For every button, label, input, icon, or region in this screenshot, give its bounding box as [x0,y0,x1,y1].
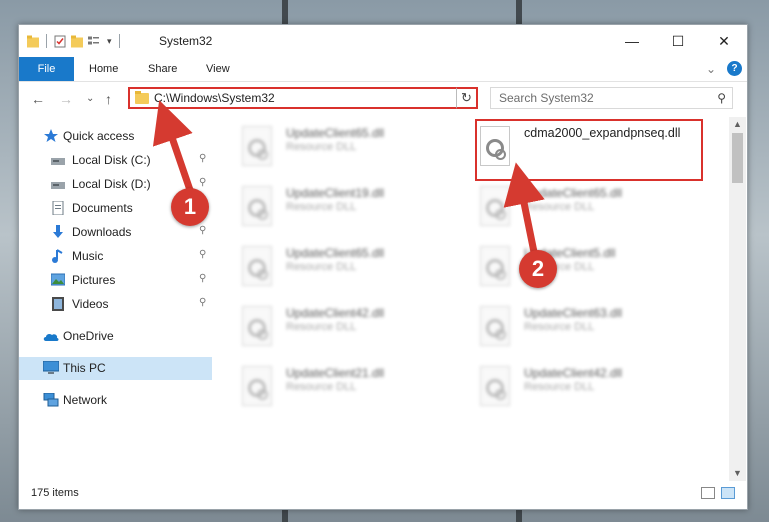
annotation-arrows [152,100,545,256]
callout-2: 2 [519,250,557,288]
callout-1: 1 [171,188,209,226]
arrow-to-dll-file [503,162,545,256]
arrow-to-address-bar [152,100,194,194]
